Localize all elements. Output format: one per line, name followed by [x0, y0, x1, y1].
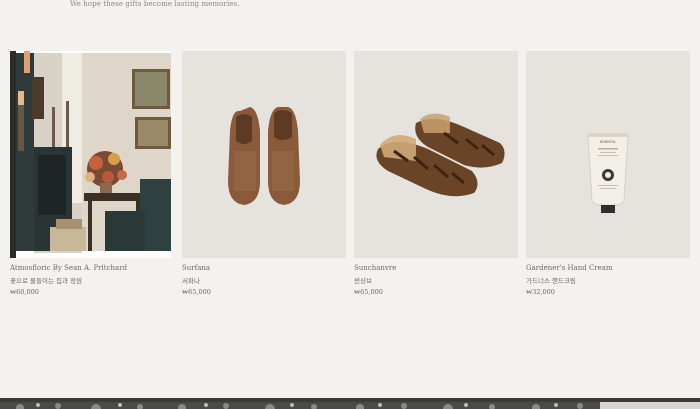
product-name-en[interactable]: Gardener's Hand Cream: [526, 264, 690, 272]
product-image-sandals[interactable]: [354, 51, 518, 258]
product-price: ₩65,000: [354, 288, 383, 296]
book-room-photo: [10, 51, 171, 258]
product-name-ko: 꽃으로 물들이는 집과 정원: [10, 277, 82, 285]
product-grid: Atmosfloric By Sean A. Pritchard 꽃으로 물들이…: [10, 51, 690, 296]
product-price: ₩60,000: [10, 288, 39, 296]
product-name-ko: 가드너스 핸드크림: [526, 277, 576, 285]
tube-label: BORNTAL: [600, 140, 616, 144]
product-card-hand-cream[interactable]: BORNTAL Gardener's Hand Cream 가드너스 핸드크림 …: [526, 51, 690, 296]
product-name-en[interactable]: Sunchanvre: [354, 264, 518, 272]
leather-sandals-image: [376, 113, 505, 197]
product-name-ko: 서파나: [182, 277, 200, 285]
product-card-atmosfloric[interactable]: Atmosfloric By Sean A. Pritchard 꽃으로 물들이…: [10, 51, 174, 296]
product-name-en[interactable]: Surfana: [182, 264, 346, 272]
footer-floral-banner: [0, 398, 700, 409]
floral-pattern-image: [0, 402, 700, 409]
product-image-book[interactable]: [10, 51, 171, 258]
product-card-surfana[interactable]: Surfana 서파나 ₩65,000: [182, 51, 346, 296]
product-price: ₩32,000: [526, 288, 555, 296]
product-name-en[interactable]: Atmosfloric By Sean A. Pritchard: [10, 264, 174, 272]
product-card-sunchanvre[interactable]: Sunchanvre 썬샹브 ₩65,000: [354, 51, 518, 296]
product-name-ko: 썬샹브: [354, 277, 372, 285]
page-tagline: We hope these gifts become lasting memor…: [70, 0, 240, 8]
leather-shoes-image: [228, 107, 300, 205]
hand-cream-tube-image: BORNTAL: [587, 133, 629, 213]
product-image-shoes[interactable]: [182, 51, 346, 258]
product-price: ₩65,000: [182, 288, 211, 296]
product-image-hand-cream[interactable]: BORNTAL: [526, 51, 690, 258]
